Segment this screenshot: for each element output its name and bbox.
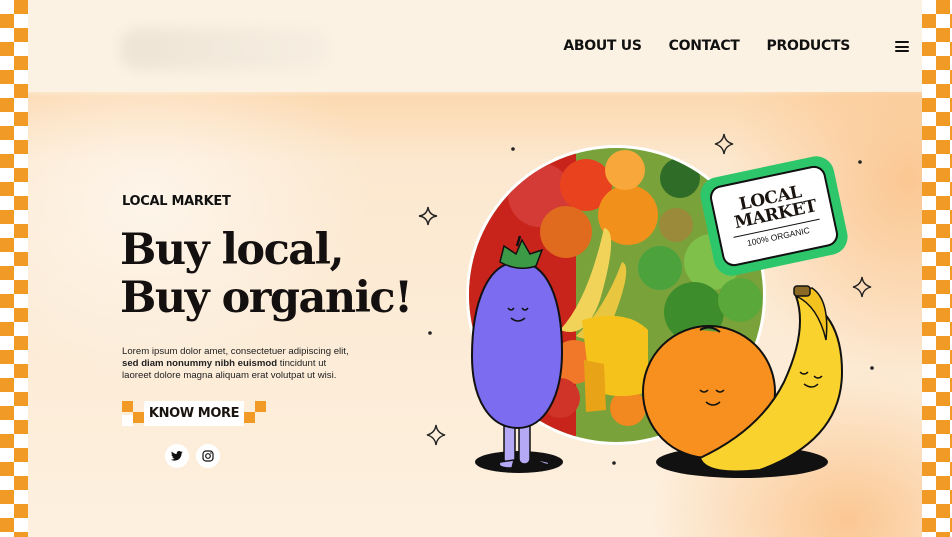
cta-square: [122, 415, 133, 426]
cta-square: [133, 412, 144, 423]
checker-border-right: [922, 0, 952, 537]
know-more-label: KNOW MORE: [144, 401, 244, 426]
twitter-link[interactable]: [165, 444, 189, 468]
headline-line-2: Buy organic!: [120, 273, 413, 323]
description-text: Lorem ipsum dolor amet, consectetuer adi…: [122, 346, 349, 357]
headline-line-1: Buy local,: [120, 225, 344, 275]
badge-inner: LOCAL MARKET 100% ORGANIC: [707, 163, 841, 269]
description-bold: sed diam nonummy nibh euismod: [122, 358, 278, 369]
know-more-button[interactable]: KNOW MORE: [122, 401, 267, 426]
cta-square: [244, 412, 255, 423]
instagram-link[interactable]: [196, 444, 220, 468]
twitter-icon: [171, 451, 183, 461]
cta-square: [255, 401, 266, 412]
menu-bar: [895, 41, 909, 43]
instagram-icon: [202, 450, 214, 462]
nav-contact[interactable]: CONTACT: [669, 38, 740, 54]
hero-headline: Buy local, Buy organic!: [120, 225, 413, 323]
hamburger-menu-icon[interactable]: [895, 41, 909, 52]
badge-title: LOCAL MARKET: [732, 181, 819, 233]
main-nav: ABOUT US CONTACT PRODUCTS: [563, 38, 850, 54]
social-links: [165, 444, 220, 468]
blurred-logo: [120, 28, 330, 70]
cta-square: [122, 401, 133, 412]
hero-eyebrow: LOCAL MARKET: [122, 194, 231, 209]
nav-products[interactable]: PRODUCTS: [767, 38, 851, 54]
menu-bar: [895, 50, 909, 52]
menu-bar: [895, 45, 909, 48]
checker-border-left: [0, 0, 28, 537]
hero-description: Lorem ipsum dolor amet, consectetuer adi…: [122, 346, 350, 382]
nav-about-us[interactable]: ABOUT US: [563, 38, 642, 54]
